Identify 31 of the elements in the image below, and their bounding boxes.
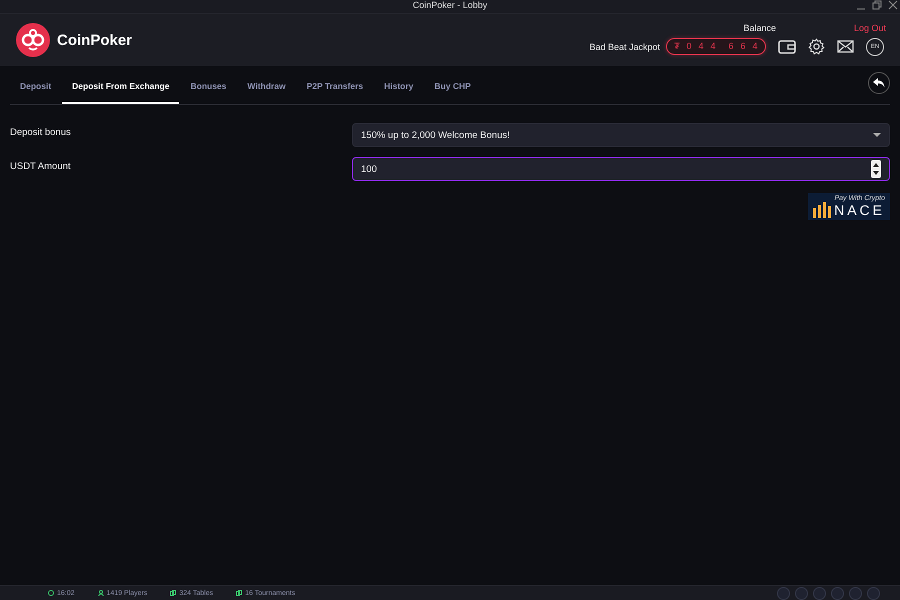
logout-link[interactable]: Log Out	[854, 22, 886, 32]
tab[interactable]: Bonuses	[180, 66, 236, 104]
tab[interactable]: Withdraw	[237, 66, 296, 104]
caret-icon	[873, 132, 881, 138]
field-label: Deposit bonus	[10, 126, 71, 140]
balance-label: Balance	[743, 22, 776, 32]
brand-name: CoinPoker	[57, 32, 132, 48]
settings-icon[interactable]	[808, 38, 825, 55]
tab[interactable]: History	[374, 66, 424, 104]
back-arrow-icon	[872, 77, 886, 89]
wallet-icon[interactable]	[778, 38, 796, 54]
restore-icon[interactable]	[872, 0, 882, 10]
jackpot-label: Bad Beat Jackpot	[589, 42, 660, 52]
spinner-icon[interactable]	[871, 160, 881, 178]
amount-field[interactable]: 100	[352, 157, 890, 181]
bonus-dropdown[interactable]: 150% up to 2,000 Welcome Bonus!	[352, 123, 890, 147]
cards-icon	[170, 590, 176, 596]
person-icon	[98, 590, 104, 596]
tab[interactable]: Deposit	[10, 66, 62, 104]
back-button[interactable]	[868, 72, 890, 94]
tab[interactable]: P2P Transfers	[296, 66, 374, 104]
jackpot-counter: ₮ 0 4 4 6 6 4	[666, 38, 766, 55]
mail-icon[interactable]	[837, 40, 854, 53]
close-icon[interactable]	[888, 0, 898, 10]
window-title: CoinPoker - Lobby	[412, 0, 488, 12]
logo-icon	[16, 23, 50, 57]
tab[interactable]: Deposit From Exchange	[62, 66, 180, 104]
tab[interactable]: Buy CHP	[424, 66, 481, 104]
clock-icon	[48, 590, 54, 596]
cards-icon	[236, 590, 242, 596]
field-label: USDT Amount	[10, 160, 71, 174]
